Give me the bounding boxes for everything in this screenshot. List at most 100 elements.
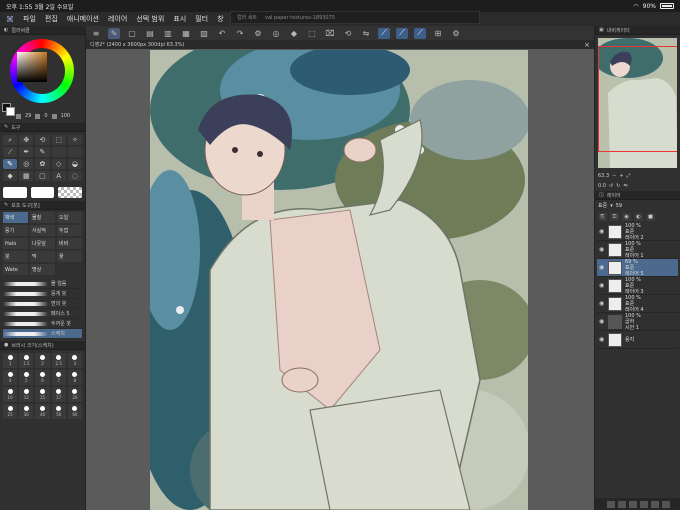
text-tool-icon[interactable]: A <box>51 171 66 181</box>
size-cell[interactable]: 2 <box>35 353 50 368</box>
main-drawing-color[interactable] <box>3 187 27 198</box>
snap-icon[interactable]: ◎ <box>270 28 282 39</box>
subtool-item[interactable]: 두껍 <box>57 225 82 236</box>
eye-icon[interactable]: ◉ <box>599 246 605 253</box>
navigator-view-frame[interactable] <box>598 46 677 152</box>
settings-icon[interactable]: ⚙ <box>252 28 264 39</box>
more-icon[interactable] <box>661 500 670 508</box>
subtool-item[interactable]: 붓 <box>3 251 28 262</box>
eye-icon[interactable]: ◉ <box>599 300 605 307</box>
color-layer-icon[interactable]: ■ <box>646 213 655 221</box>
size-cell[interactable]: 1.5 <box>19 353 34 368</box>
navigator-preview[interactable] <box>598 38 677 168</box>
undo-icon[interactable]: ↶ <box>216 28 228 39</box>
menu-file[interactable]: 파일 <box>23 14 36 24</box>
size-cell[interactable]: 4 <box>3 370 18 385</box>
transparent-color[interactable] <box>58 187 83 198</box>
size-cell[interactable]: 8 <box>67 370 82 385</box>
subtool-item[interactable]: 꽃 <box>57 251 82 262</box>
brush-item[interactable]: 뭉게 붓 <box>3 289 82 299</box>
decoration-tool-icon[interactable]: ✿ <box>35 159 50 169</box>
layer-row[interactable]: ◉ 용지 <box>597 331 678 349</box>
brush-item[interactable]: 두꺼운 붓 <box>3 319 82 329</box>
subtool-item[interactable]: 비비 <box>57 238 82 249</box>
clip-icon[interactable]: ⎘ <box>598 213 607 221</box>
pencil-tool-icon[interactable]: ✎ <box>35 147 50 157</box>
size-cell[interactable]: 1 <box>3 353 18 368</box>
menu-edit[interactable]: 편집 <box>45 14 58 24</box>
saturation-value-square[interactable] <box>17 52 47 82</box>
brush-tool-icon-active[interactable]: ✎ <box>3 159 18 169</box>
new-folder-icon[interactable] <box>628 500 637 508</box>
redo-icon[interactable]: ↷ <box>234 28 246 39</box>
fit-icon[interactable]: ⤢ <box>627 173 631 179</box>
layer-row[interactable]: ◉ 100 % 표준 레이어 4 <box>597 295 678 313</box>
eyedropper-tool-icon[interactable]: ⁄ <box>3 147 18 157</box>
subtool-item[interactable]: 먹 <box>30 251 55 262</box>
size-cell[interactable]: 15 <box>35 387 50 402</box>
zoom-tool-icon[interactable]: ⌕ <box>3 135 18 145</box>
figure-tool-icon[interactable]: ▢ <box>35 171 50 181</box>
app-icon[interactable]: ⌘ <box>6 15 14 24</box>
layer-row[interactable]: ◉ 100 % 표준 레이어 3 <box>597 277 678 295</box>
stroke-2-icon[interactable]: ⟋ <box>396 27 408 39</box>
brush-item[interactable]: 페이스 5 <box>3 309 82 319</box>
tab-color-set[interactable]: 컬러 세트 <box>237 14 257 21</box>
menu-animation[interactable]: 애니메이션 <box>67 14 99 24</box>
subtool-item[interactable]: 명상 <box>30 264 55 275</box>
menu-selection[interactable]: 선택 범위 <box>136 14 164 24</box>
sub-drawing-color[interactable] <box>30 187 55 198</box>
layer-opacity[interactable]: 59 <box>616 203 622 209</box>
fill-icon[interactable]: ◆ <box>288 28 300 39</box>
tab-paper-textures[interactable]: val paper textures-1893075 <box>265 15 335 21</box>
pen-tool-icon[interactable]: ✒ <box>19 147 34 157</box>
print-icon[interactable]: ▧ <box>198 28 210 39</box>
artwork-canvas[interactable] <box>150 50 528 510</box>
delete-layer-icon[interactable] <box>650 500 659 508</box>
menu-icon[interactable]: ≡ <box>90 28 102 39</box>
fill-tool-icon[interactable]: ◆ <box>3 171 18 181</box>
size-cell[interactable]: 30 <box>19 404 34 419</box>
eraser-tool-icon[interactable]: ◇ <box>51 159 66 169</box>
subtool-item[interactable]: Wato <box>3 264 28 275</box>
new-layer-icon[interactable] <box>606 500 615 508</box>
size-cell[interactable]: 17 <box>51 387 66 402</box>
menu-layer[interactable]: 레이어 <box>108 14 127 24</box>
clear-icon[interactable]: ⌧ <box>324 28 336 39</box>
flip-icon[interactable]: ⇋ <box>360 28 372 39</box>
chevron-down-icon[interactable]: ▾ <box>610 203 613 209</box>
menu-window[interactable]: 창 <box>217 14 223 24</box>
export-icon[interactable]: ▦ <box>180 28 192 39</box>
stroke-1-icon[interactable]: ⟋ <box>378 27 390 39</box>
eye-icon[interactable]: ◉ <box>599 264 605 271</box>
size-cell[interactable]: 50 <box>51 404 66 419</box>
canvas-area[interactable]: 디영2* (2400 x 3600px 300dpi 63.3%) × <box>86 40 594 510</box>
size-cell[interactable]: 6 <box>35 370 50 385</box>
balloon-tool-icon[interactable]: ◌ <box>67 171 82 181</box>
eye-icon[interactable]: ◉ <box>599 318 605 325</box>
subtool-item[interactable]: 사실적 <box>30 225 55 236</box>
airbrush-tool-icon[interactable]: ◎ <box>19 159 34 169</box>
mask-icon[interactable]: ◐ <box>634 213 643 221</box>
layout-icon[interactable]: ⊞ <box>432 28 444 39</box>
blend-mode-select[interactable]: 표준 <box>598 202 607 209</box>
brush-item[interactable]: 물 얼음 <box>3 279 82 289</box>
subtool-item[interactable]: Halo <box>3 238 28 249</box>
brush-item[interactable]: 면의 붓 <box>3 299 82 309</box>
gear-icon[interactable]: ⚙ <box>450 28 462 39</box>
subtool-item[interactable]: 뭉기 <box>3 225 28 236</box>
layer-row[interactable]: ◉ 100 % 곱하 시안 1 <box>597 313 678 331</box>
transform-icon[interactable]: ⬚ <box>306 28 318 39</box>
save-icon[interactable]: ▥ <box>162 28 174 39</box>
eye-icon[interactable]: ◉ <box>599 282 605 289</box>
blank-tool-1[interactable] <box>51 147 66 157</box>
layer-row-selected[interactable]: ◉ 69 % 표준 레이어 5 <box>597 259 678 277</box>
zoom-out-icon[interactable]: − <box>612 173 616 179</box>
size-cell[interactable]: 25 <box>3 404 18 419</box>
size-cell[interactable]: 40 <box>35 404 50 419</box>
copy-layer-icon[interactable] <box>639 500 648 508</box>
rotate-right-icon[interactable]: ↻ <box>616 183 620 189</box>
lock-icon[interactable]: ⚿ <box>610 213 619 221</box>
menu-filter[interactable]: 필터 <box>195 14 208 24</box>
reference-icon[interactable]: ◉ <box>622 213 631 221</box>
